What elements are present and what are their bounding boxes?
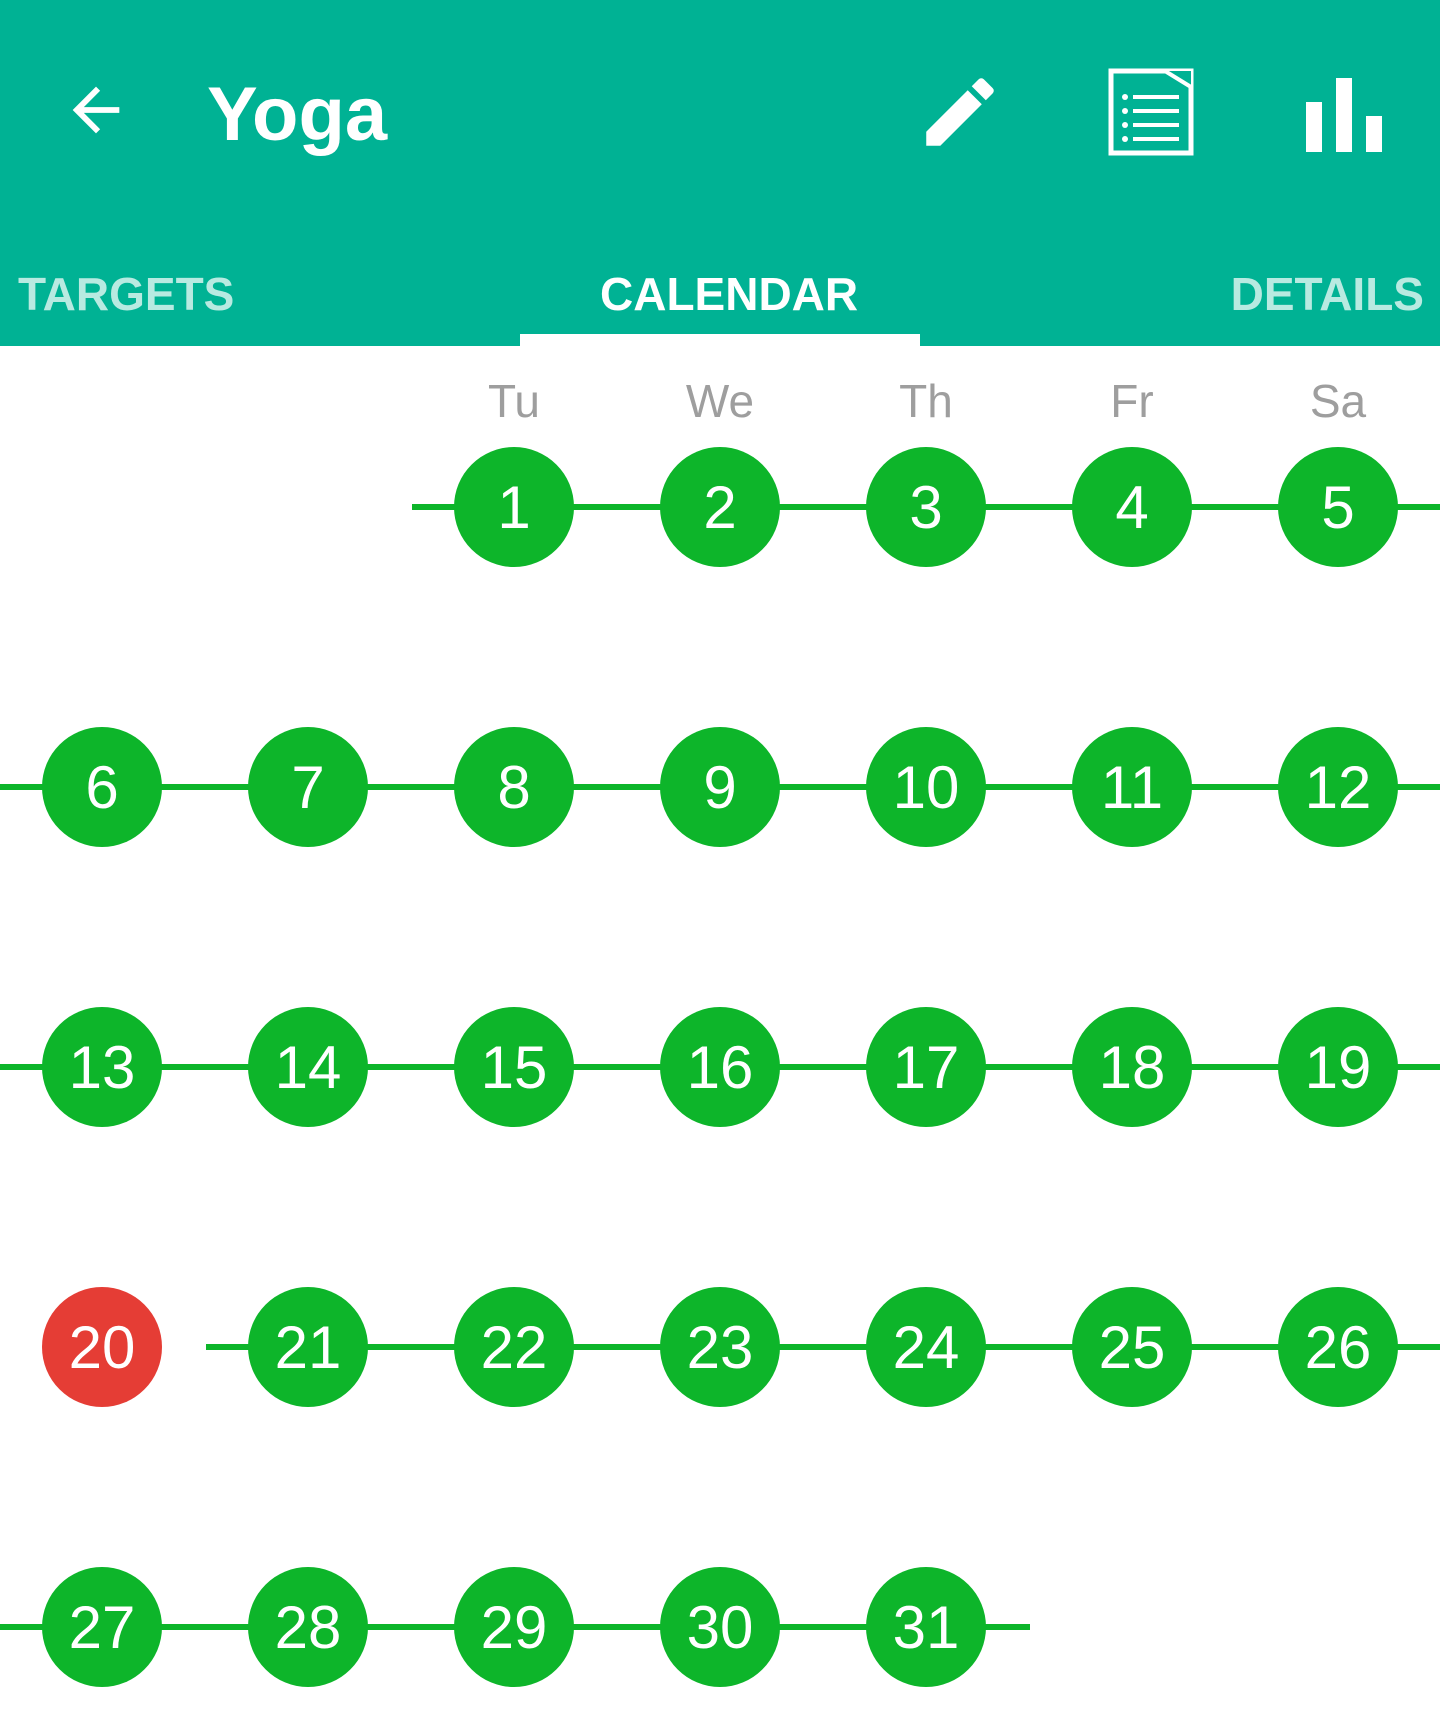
calendar-day[interactable]: 26 bbox=[1278, 1287, 1398, 1407]
calendar-day[interactable]: 27 bbox=[42, 1567, 162, 1687]
calendar-day[interactable]: 19 bbox=[1278, 1007, 1398, 1127]
calendar-day[interactable]: 13 bbox=[42, 1007, 162, 1127]
edit-button[interactable] bbox=[910, 62, 1010, 162]
calendar-day[interactable]: 24 bbox=[866, 1287, 986, 1407]
tab-targets[interactable]: TARGETS bbox=[18, 264, 234, 324]
calendar-day[interactable]: 3 bbox=[866, 447, 986, 567]
calendar-day[interactable]: 22 bbox=[454, 1287, 574, 1407]
weekday-header-sa: Sa bbox=[1309, 375, 1367, 427]
calendar-day[interactable]: 10 bbox=[866, 727, 986, 847]
calendar-day[interactable]: 17 bbox=[866, 1007, 986, 1127]
app-bar: Yoga TARGETS CALENDAR DETAILS bbox=[0, 0, 1440, 346]
tab-bar: TARGETS CALENDAR DETAILS bbox=[0, 250, 1440, 346]
streak-line-week-4 bbox=[206, 1344, 1440, 1350]
weekday-header-fr: Fr bbox=[1110, 375, 1154, 427]
active-tab-indicator bbox=[520, 334, 920, 346]
calendar-day[interactable]: 4 bbox=[1072, 447, 1192, 567]
calendar-day[interactable]: 21 bbox=[248, 1287, 368, 1407]
weekday-header-th: Th bbox=[899, 375, 953, 427]
calendar-day[interactable]: 14 bbox=[248, 1007, 368, 1127]
history-list-button[interactable] bbox=[1102, 62, 1202, 162]
tab-details[interactable]: DETAILS bbox=[1231, 264, 1424, 324]
edit-pencil-icon bbox=[926, 78, 994, 146]
calendar-day[interactable]: 11 bbox=[1072, 727, 1192, 847]
calendar-day[interactable]: 12 bbox=[1278, 727, 1398, 847]
calendar-day[interactable]: 6 bbox=[42, 727, 162, 847]
calendar-day[interactable]: 15 bbox=[454, 1007, 574, 1127]
calendar-day[interactable]: 18 bbox=[1072, 1007, 1192, 1127]
arrow-back-icon bbox=[72, 86, 120, 134]
calendar-grid: Tu We Th Fr Sa 1 2 3 4 5 6 7 8 9 10 11 1… bbox=[0, 346, 1440, 1722]
calendar-day[interactable]: 1 bbox=[454, 447, 574, 567]
calendar-day[interactable]: 2 bbox=[660, 447, 780, 567]
calendar-day[interactable]: 16 bbox=[660, 1007, 780, 1127]
page-title: Yoga bbox=[207, 72, 388, 157]
calendar-day[interactable]: 31 bbox=[866, 1567, 986, 1687]
statistics-button[interactable] bbox=[1294, 62, 1394, 162]
calendar-day[interactable]: 23 bbox=[660, 1287, 780, 1407]
bar-chart-icon bbox=[1306, 78, 1382, 152]
calendar-day[interactable]: 30 bbox=[660, 1567, 780, 1687]
calendar-day-missed[interactable]: 20 bbox=[42, 1287, 162, 1407]
weekday-header-we: We bbox=[685, 375, 755, 427]
tab-calendar[interactable]: CALENDAR bbox=[600, 264, 858, 324]
calendar-day[interactable]: 7 bbox=[248, 727, 368, 847]
list-document-icon bbox=[1108, 68, 1194, 156]
weekday-header-tu: Tu bbox=[488, 375, 540, 427]
calendar-day[interactable]: 28 bbox=[248, 1567, 368, 1687]
calendar-day[interactable]: 29 bbox=[454, 1567, 574, 1687]
calendar-day[interactable]: 25 bbox=[1072, 1287, 1192, 1407]
calendar-day[interactable]: 5 bbox=[1278, 447, 1398, 567]
calendar-day[interactable]: 8 bbox=[454, 727, 574, 847]
back-button[interactable] bbox=[56, 70, 136, 150]
calendar-day[interactable]: 9 bbox=[660, 727, 780, 847]
